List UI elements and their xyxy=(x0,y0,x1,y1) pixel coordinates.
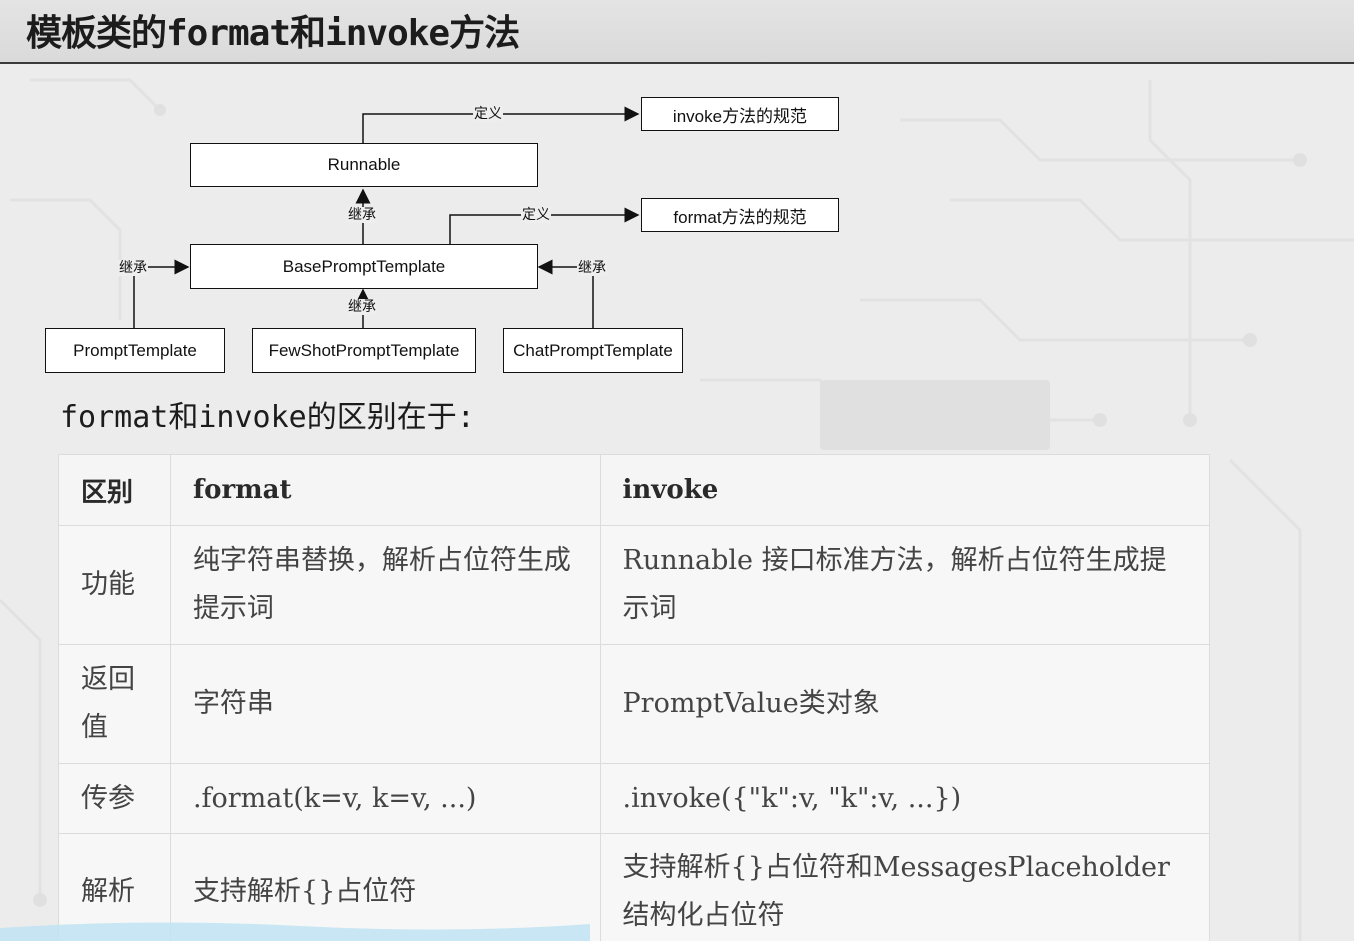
table-row: 返回值 字符串 PromptValue类对象 xyxy=(58,644,1211,764)
chat-prompt-template-node: ChatPromptTemplate xyxy=(503,328,683,373)
prompt-template-node: PromptTemplate xyxy=(45,328,225,373)
cell-format-function: 纯字符串替换，解析占位符生成提示词 xyxy=(169,525,601,645)
cell-invoke-return: PromptValue类对象 xyxy=(599,644,1211,764)
page-title: 模板类的format和invoke方法 xyxy=(26,13,520,54)
table-header-row: 区别 format invoke xyxy=(58,454,1211,526)
row-label-params: 传参 xyxy=(58,763,171,834)
format-spec-node: format方法的规范 xyxy=(641,198,839,232)
invoke-spec-node: invoke方法的规范 xyxy=(641,97,839,131)
runnable-node: Runnable xyxy=(190,143,538,187)
cell-invoke-params: .invoke({"k":v, "k":v, ...}) xyxy=(599,763,1211,834)
row-label-return: 返回值 xyxy=(58,644,171,764)
header-format: format xyxy=(169,454,601,526)
header-difference: 区别 xyxy=(58,454,171,526)
row-label-function: 功能 xyxy=(58,525,171,645)
table-row: 功能 纯字符串替换，解析占位符生成提示词 Runnable 接口标准方法，解析占… xyxy=(58,525,1211,645)
header-invoke: invoke xyxy=(599,454,1211,526)
table-row: 传参 .format(k=v, k=v, ...) .invoke({"k":v… xyxy=(58,763,1211,834)
section-subtitle: format和invoke的区别在于: xyxy=(60,400,475,435)
decorative-wave xyxy=(0,922,590,941)
edge-label-define-invoke: 定义 xyxy=(473,106,503,122)
edge-label-inherit-runnable: 继承 xyxy=(347,207,377,223)
edge-label-inherit-left: 继承 xyxy=(118,260,148,276)
cell-invoke-parse: 支持解析{}占位符和MessagesPlaceholder结构化占位符 xyxy=(599,833,1211,941)
edge-label-inherit-fewshot: 继承 xyxy=(347,299,377,315)
edge-label-inherit-right: 继承 xyxy=(577,260,607,276)
comparison-table: 区别 format invoke 功能 纯字符串替换，解析占位符生成提示词 Ru… xyxy=(58,454,1211,941)
fewshot-prompt-template-node: FewShotPromptTemplate xyxy=(252,328,476,373)
edge-label-define-format: 定义 xyxy=(521,207,551,223)
cell-invoke-function: Runnable 接口标准方法，解析占位符生成提示词 xyxy=(599,525,1211,645)
cell-format-return: 字符串 xyxy=(169,644,601,764)
cell-format-params: .format(k=v, k=v, ...) xyxy=(169,763,601,834)
base-prompt-template-node: BasePromptTemplate xyxy=(190,244,538,289)
